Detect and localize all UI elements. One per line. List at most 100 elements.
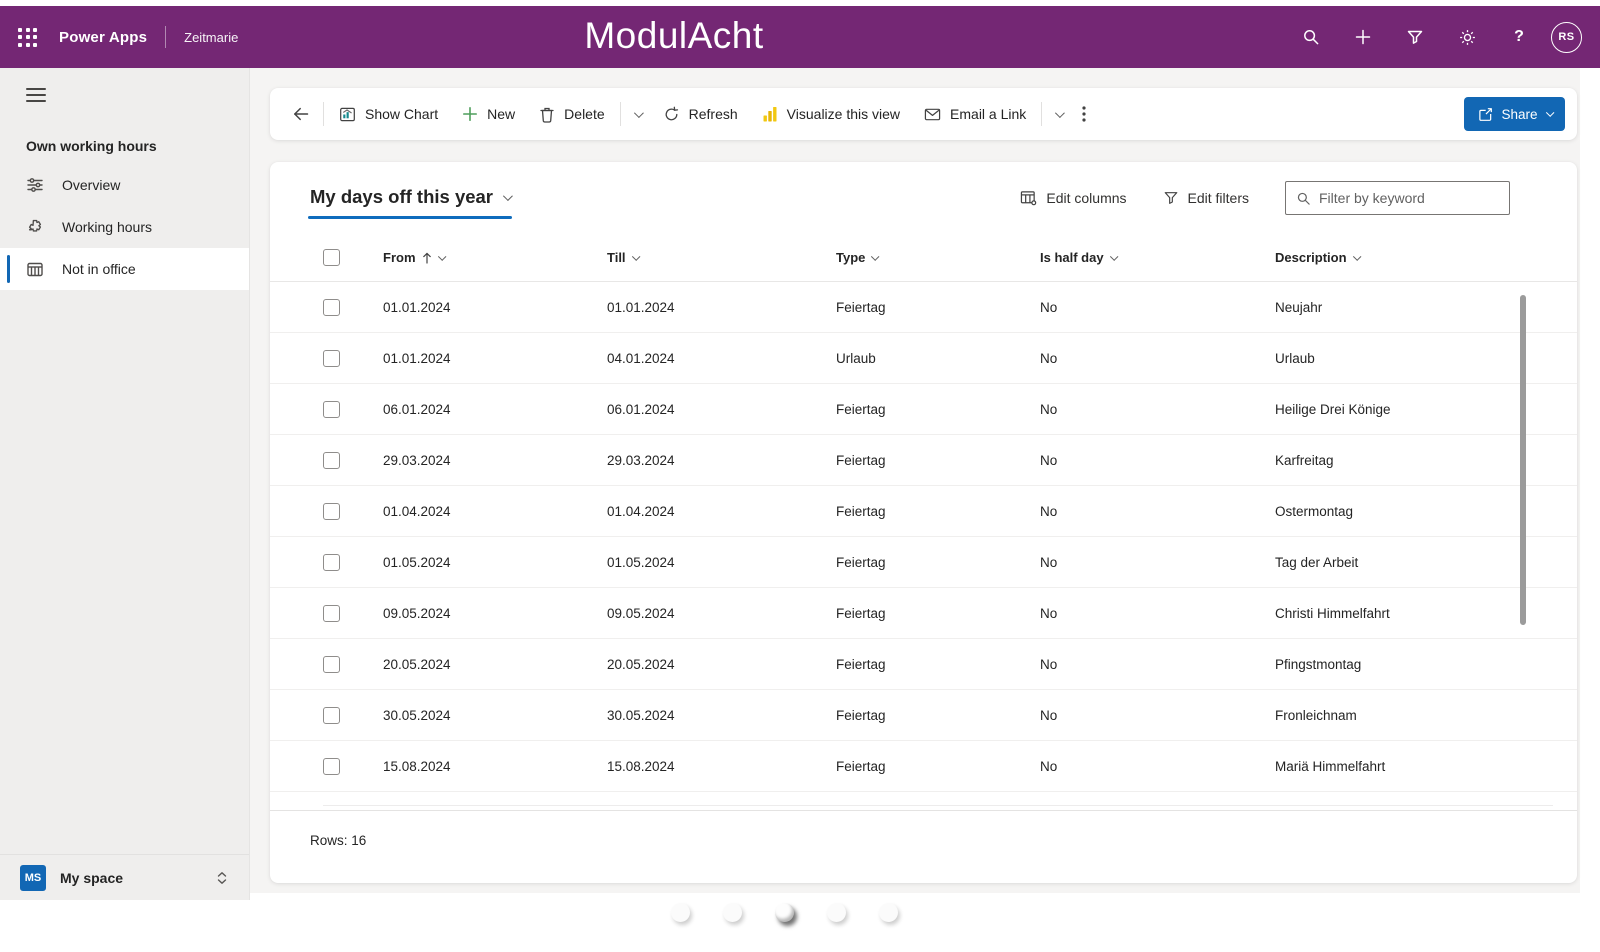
row-checkbox[interactable] [323,503,340,520]
chevron-down-icon [1546,109,1554,117]
cell-is-half-day: No [1040,657,1275,672]
delete-button[interactable]: Delete [527,96,616,132]
overview-icon [26,176,44,194]
cell-till: 04.01.2024 [607,351,836,366]
cell-description: Heilige Drei Könige [1275,402,1553,417]
my-space-label: My space [60,870,123,886]
cell-type: Urlaub [836,351,1040,366]
row-checkbox[interactable] [323,707,340,724]
cell-description: Karfreitag [1275,453,1553,468]
spinner-dot [879,903,898,922]
cell-from: 01.01.2024 [383,351,607,366]
sidebar-item-working-hours[interactable]: Working hours [0,206,249,248]
table-row[interactable]: 29.03.2024 29.03.2024 Feiertag No Karfre… [270,435,1577,486]
chevron-down-icon [872,252,880,260]
vertical-scrollbar-thumb[interactable] [1520,295,1526,625]
email-icon [924,107,941,122]
edit-columns-button[interactable]: Edit columns [1020,190,1126,206]
cell-is-half-day: No [1040,351,1275,366]
row-checkbox[interactable] [323,758,340,775]
sidebar-item-overview[interactable]: Overview [0,164,249,206]
chevron-down-icon [634,108,644,118]
row-checkbox[interactable] [323,401,340,418]
sidebar-item-not-in-office[interactable]: Not in office [0,248,249,290]
edit-filters-button[interactable]: Edit filters [1163,190,1249,206]
visualize-view-button[interactable]: Visualize this view [750,96,912,132]
select-all-checkbox[interactable] [323,249,340,266]
cell-type: Feiertag [836,606,1040,621]
more-commands-button[interactable] [1072,96,1096,132]
email-link-button[interactable]: Email a Link [912,96,1038,132]
filter-funnel-icon [1163,190,1179,206]
show-chart-button[interactable]: Show Chart [327,96,450,132]
partial-row [323,792,1553,806]
loading-spinner [671,903,898,922]
avatar[interactable]: RS [1551,22,1582,53]
cell-from: 20.05.2024 [383,657,607,672]
settings-gear-icon[interactable] [1441,6,1493,68]
row-checkbox[interactable] [323,350,340,367]
row-checkbox[interactable] [323,656,340,673]
cell-description: Ostermontag [1275,504,1553,519]
sidebar-group-label: Own working hours [26,138,249,154]
cell-till: 30.05.2024 [607,708,836,723]
cell-description: Fronleichnam [1275,708,1553,723]
chevron-down-icon [1055,108,1065,118]
table-row[interactable]: 01.05.2024 01.05.2024 Feiertag No Tag de… [270,537,1577,588]
add-icon[interactable] [1337,6,1389,68]
cell-is-half-day: No [1040,504,1275,519]
chevron-down-icon [503,191,513,201]
keyword-filter-box[interactable] [1285,181,1510,215]
cell-description: Tag der Arbeit [1275,555,1553,570]
column-header-type[interactable]: Type [836,250,1040,265]
cell-description: Urlaub [1275,351,1553,366]
table-row[interactable]: 20.05.2024 20.05.2024 Feiertag No Pfings… [270,639,1577,690]
sidebar-footer[interactable]: MS My space [0,854,249,900]
cell-from: 01.04.2024 [383,504,607,519]
table-body: 01.01.2024 01.01.2024 Feiertag No Neujah… [270,282,1577,792]
environment-label: Zeitmarie [184,30,238,45]
view-title: My days off this year [310,186,493,208]
cell-is-half-day: No [1040,300,1275,315]
refresh-button[interactable]: Refresh [651,96,750,132]
cell-from: 06.01.2024 [383,402,607,417]
column-header-is-half-day[interactable]: Is half day [1040,250,1275,265]
switch-space-icon[interactable] [215,870,229,886]
table-row[interactable]: 09.05.2024 09.05.2024 Feiertag No Christ… [270,588,1577,639]
filter-icon[interactable] [1389,6,1441,68]
email-overflow-chevron[interactable] [1045,96,1072,132]
hamburger-menu-icon[interactable] [26,88,46,102]
table-row[interactable]: 01.04.2024 01.04.2024 Feiertag No Osterm… [270,486,1577,537]
back-button[interactable] [282,96,320,132]
row-checkbox[interactable] [323,452,340,469]
row-checkbox[interactable] [323,605,340,622]
cell-till: 15.08.2024 [607,759,836,774]
cell-till: 06.01.2024 [607,402,836,417]
table-row[interactable]: 06.01.2024 06.01.2024 Feiertag No Heilig… [270,384,1577,435]
cell-type: Feiertag [836,555,1040,570]
table-row[interactable]: 30.05.2024 30.05.2024 Feiertag No Fronle… [270,690,1577,741]
brand-label[interactable]: Power Apps [59,29,147,46]
new-button[interactable]: New [450,96,527,132]
sort-ascending-icon [422,252,432,264]
spinner-dot [671,903,690,922]
help-icon[interactable]: ? [1493,6,1545,68]
row-checkbox[interactable] [323,299,340,316]
table-row[interactable]: 01.01.2024 01.01.2024 Feiertag No Neujah… [270,282,1577,333]
row-checkbox[interactable] [323,554,340,571]
table-row[interactable]: 01.01.2024 04.01.2024 Urlaub No Urlaub [270,333,1577,384]
delete-overflow-chevron[interactable] [624,96,651,132]
column-header-till[interactable]: Till [607,250,836,265]
chevron-down-icon [438,252,446,260]
column-header-from[interactable]: From [383,250,607,265]
keyword-filter-input[interactable] [1319,190,1499,206]
search-icon[interactable] [1285,6,1337,68]
view-selector[interactable]: My days off this year [310,186,510,210]
table-row[interactable]: 15.08.2024 15.08.2024 Feiertag No Mariä … [270,741,1577,792]
column-header-description[interactable]: Description [1275,250,1553,265]
cell-from: 09.05.2024 [383,606,607,621]
table-header-row: From Till Type Is half day Description [270,234,1577,282]
waffle-icon[interactable] [18,28,37,47]
share-icon [1478,107,1493,122]
share-button[interactable]: Share [1464,97,1565,131]
